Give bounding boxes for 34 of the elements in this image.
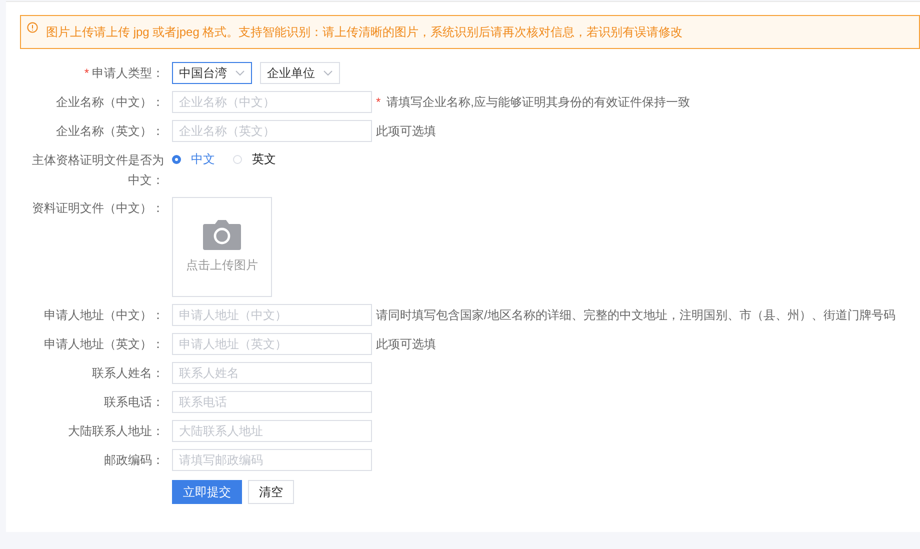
text-field[interactable]: 请填写邮政编码 xyxy=(172,449,372,471)
text-field[interactable]: 联系人姓名 xyxy=(172,362,372,384)
field-label: 企业名称（英文）： xyxy=(56,124,164,138)
hint-text: 此项可选填 xyxy=(376,123,436,140)
field-label: 企业名称（中文）： xyxy=(56,95,164,109)
field-label: 邮政编码： xyxy=(104,453,164,467)
field-label: 大陆联系人地址： xyxy=(68,424,164,438)
text-field[interactable]: 申请人地址（英文） xyxy=(172,333,372,355)
field-label: 主体资格证明文件是否为中文： xyxy=(32,153,164,187)
text-field[interactable]: 企业名称（英文） xyxy=(172,120,372,142)
field-label: * 申请人类型： xyxy=(84,66,164,80)
notice-text: 图片上传请上传 jpg 或者jpeg 格式。支持智能识别：请上传清晰的图片，系统识别后请再次核对信息，若识别有误请修改 xyxy=(46,24,683,41)
submit-button[interactable]: 立即提交 xyxy=(172,480,242,504)
chevron-down-icon xyxy=(235,70,245,76)
info-icon xyxy=(27,22,38,33)
text-field[interactable]: 联系电话 xyxy=(172,391,372,413)
text-field[interactable]: 申请人地址（中文） xyxy=(172,304,372,326)
camera-icon xyxy=(203,220,241,250)
radio-option[interactable]: 中文 xyxy=(172,150,215,168)
hint-text: * 请填写企业名称,应与能够证明其身份的有效证件保持一致 xyxy=(376,94,690,111)
hint-text: 请同时填写包含国家/地区名称的详细、完整的中文地址，注明国别、市（县、州）、街道门牌号码 xyxy=(376,307,896,324)
radio-option[interactable]: 英文 xyxy=(233,150,276,168)
chevron-down-icon xyxy=(323,70,333,76)
field-label: 资料证明文件（中文）： xyxy=(32,201,164,215)
field-label: 申请人地址（中文）： xyxy=(44,308,164,322)
text-field[interactable]: 企业名称（中文） xyxy=(172,91,372,113)
dropdown[interactable]: 企业单位 xyxy=(260,62,340,84)
field-label: 联系电话： xyxy=(104,395,164,409)
text-field[interactable]: 大陆联系人地址 xyxy=(172,420,372,442)
dropdown[interactable]: 中国台湾 xyxy=(172,62,252,84)
hint-text: 此项可选填 xyxy=(376,336,436,353)
field-label: 申请人地址（英文）： xyxy=(44,337,164,351)
clear-button[interactable]: 清空 xyxy=(248,480,294,504)
field-label: 联系人姓名： xyxy=(92,366,164,380)
